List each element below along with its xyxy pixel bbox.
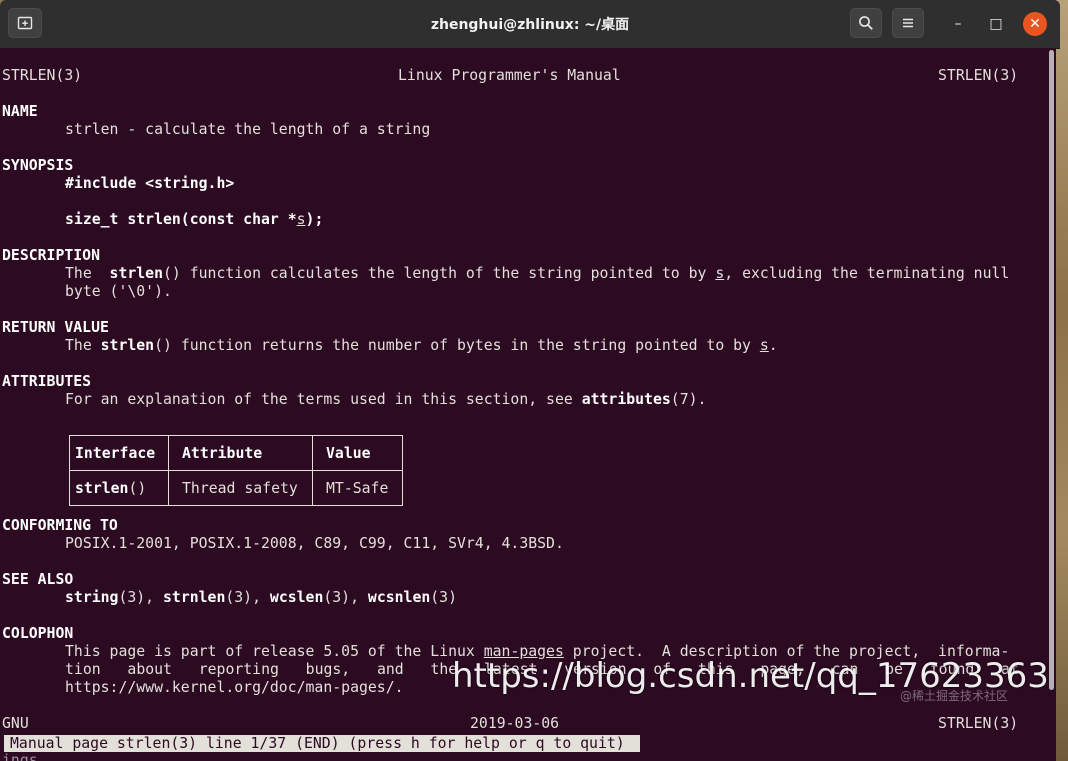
section-description-heading: DESCRIPTION — [2, 247, 100, 264]
section-see-also-heading: SEE ALSO — [2, 571, 74, 588]
attributes-table: Interface Attribute Value strlen() Threa… — [69, 435, 403, 506]
section-colophon-heading: COLOPHON — [2, 625, 74, 642]
scrollbar-thumb[interactable] — [1049, 50, 1054, 690]
table-header-row: Interface Attribute Value — [69, 435, 403, 471]
section-name-heading: NAME — [2, 103, 38, 120]
colophon-word: and — [376, 661, 404, 678]
desc-text-a: The — [65, 265, 110, 282]
ret-func: strlen — [100, 337, 155, 354]
man-header-left: STRLEN(3) — [2, 67, 83, 84]
table-header-interface: Interface — [69, 435, 169, 471]
see-also-suffix: (3) — [430, 589, 457, 606]
see-also-suffix: (3), — [225, 589, 270, 606]
section-attributes-heading: ATTRIBUTES — [2, 373, 92, 390]
ret-text-a: The — [65, 337, 101, 354]
section-return-value-heading: RETURN VALUE — [2, 319, 109, 336]
watermark-community: @稀土掘金技术社区 — [900, 689, 1009, 703]
hamburger-menu-icon — [903, 18, 913, 28]
return-value-text: The strlen() function returns the number… — [65, 337, 778, 355]
table-cell-func: strlen — [75, 479, 129, 497]
search-button[interactable] — [850, 8, 882, 38]
see-also-suffix: (3), — [323, 589, 368, 606]
see-also-item: string — [65, 589, 119, 606]
desc-text-b: () function calculates the length of the… — [163, 265, 716, 282]
attr-text-b: (7). — [670, 391, 707, 408]
search-icon — [859, 16, 873, 30]
see-also-item: wcsnlen — [367, 589, 431, 606]
description-line-1: The strlen() function calculates the len… — [65, 265, 1009, 283]
colophon-word: about — [127, 661, 172, 678]
minimize-icon: – — [954, 16, 962, 32]
man-footer-left: GNU — [2, 715, 29, 732]
attr-text-a: For an explanation of the terms used in … — [65, 391, 582, 408]
new-tab-icon — [17, 16, 33, 30]
desc-arg: s — [715, 265, 725, 282]
new-tab-button[interactable] — [8, 8, 42, 38]
proto-end: ); — [305, 211, 324, 228]
synopsis-include: #include <string.h> — [65, 175, 235, 192]
table-row: strlen() Thread safety MT-Safe — [69, 470, 403, 506]
colophon-word: reporting — [198, 661, 279, 678]
attr-ref: attributes — [581, 391, 671, 408]
ret-text-c: . — [768, 337, 778, 354]
pager-status-bar: Manual page strlen(3) line 1/37 (END) (p… — [4, 735, 640, 752]
title-bar[interactable]: zhenghui@zhlinux: ~/桌面 – □ ✕ — [0, 0, 1060, 49]
table-cell-attribute: Thread safety — [168, 470, 313, 506]
close-button[interactable]: ✕ — [1023, 12, 1047, 36]
minimize-button[interactable]: – — [946, 12, 970, 36]
man-header-right: STRLEN(3) — [938, 67, 1019, 84]
table-header-value: Value — [312, 435, 403, 471]
proto-arg: s — [296, 211, 306, 228]
ret-text-b: () function returns the number of bytes … — [154, 337, 760, 354]
table-cell-value: MT-Safe — [312, 470, 403, 506]
terminal-below-text: ings — [2, 752, 38, 761]
colophon-line-3: https://www.kernel.org/doc/man-pages/. — [65, 679, 404, 696]
see-also-item: wcslen — [269, 589, 324, 606]
see-also-suffix: (3), — [118, 589, 163, 606]
desc-func: strlen — [109, 265, 163, 282]
section-synopsis-heading: SYNOPSIS — [2, 157, 74, 174]
close-icon: ✕ — [1029, 16, 1041, 32]
section-conforming-heading: CONFORMING TO — [2, 517, 118, 534]
ret-arg: s — [759, 337, 769, 354]
man-footer-center: 2019-03-06 — [470, 715, 560, 732]
terminal-area[interactable]: STRLEN(3) Linux Programmer's Manual STRL… — [0, 48, 1056, 761]
window-title: zhenghui@zhlinux: ~/桌面 — [430, 17, 630, 33]
table-cell-paren: () — [128, 479, 147, 497]
desktop-background — [1056, 0, 1068, 761]
table-cell-interface: strlen() — [69, 470, 169, 506]
description-line-2: byte ('\0'). — [65, 283, 172, 300]
scrollbar[interactable] — [1048, 48, 1056, 761]
name-text: strlen - calculate the length of a strin… — [65, 121, 431, 138]
conforming-text: POSIX.1-2001, POSIX.1-2008, C89, C99, C1… — [65, 535, 564, 552]
attributes-text: For an explanation of the terms used in … — [65, 391, 706, 409]
proto-start: size_t strlen(const char * — [65, 211, 297, 228]
man-header-center: Linux Programmer's Manual — [398, 67, 621, 84]
see-also-item: strnlen — [163, 589, 226, 606]
synopsis-prototype: size_t strlen(const char *s); — [65, 211, 323, 229]
colophon-word: tion — [65, 661, 101, 678]
man-footer-right: STRLEN(3) — [938, 715, 1019, 732]
table-header-attribute: Attribute — [168, 435, 313, 471]
colophon-word: bugs, — [305, 661, 351, 678]
menu-button[interactable] — [892, 8, 924, 38]
see-also-list: string(3), strnlen(3), wcslen(3), wcsnle… — [65, 589, 457, 607]
maximize-icon: □ — [989, 16, 1003, 32]
colophon-text-a: This page is part of release 5.05 of the… — [65, 643, 484, 660]
maximize-button[interactable]: □ — [984, 12, 1008, 36]
desc-text-c: , excluding the terminating null — [724, 265, 1010, 282]
